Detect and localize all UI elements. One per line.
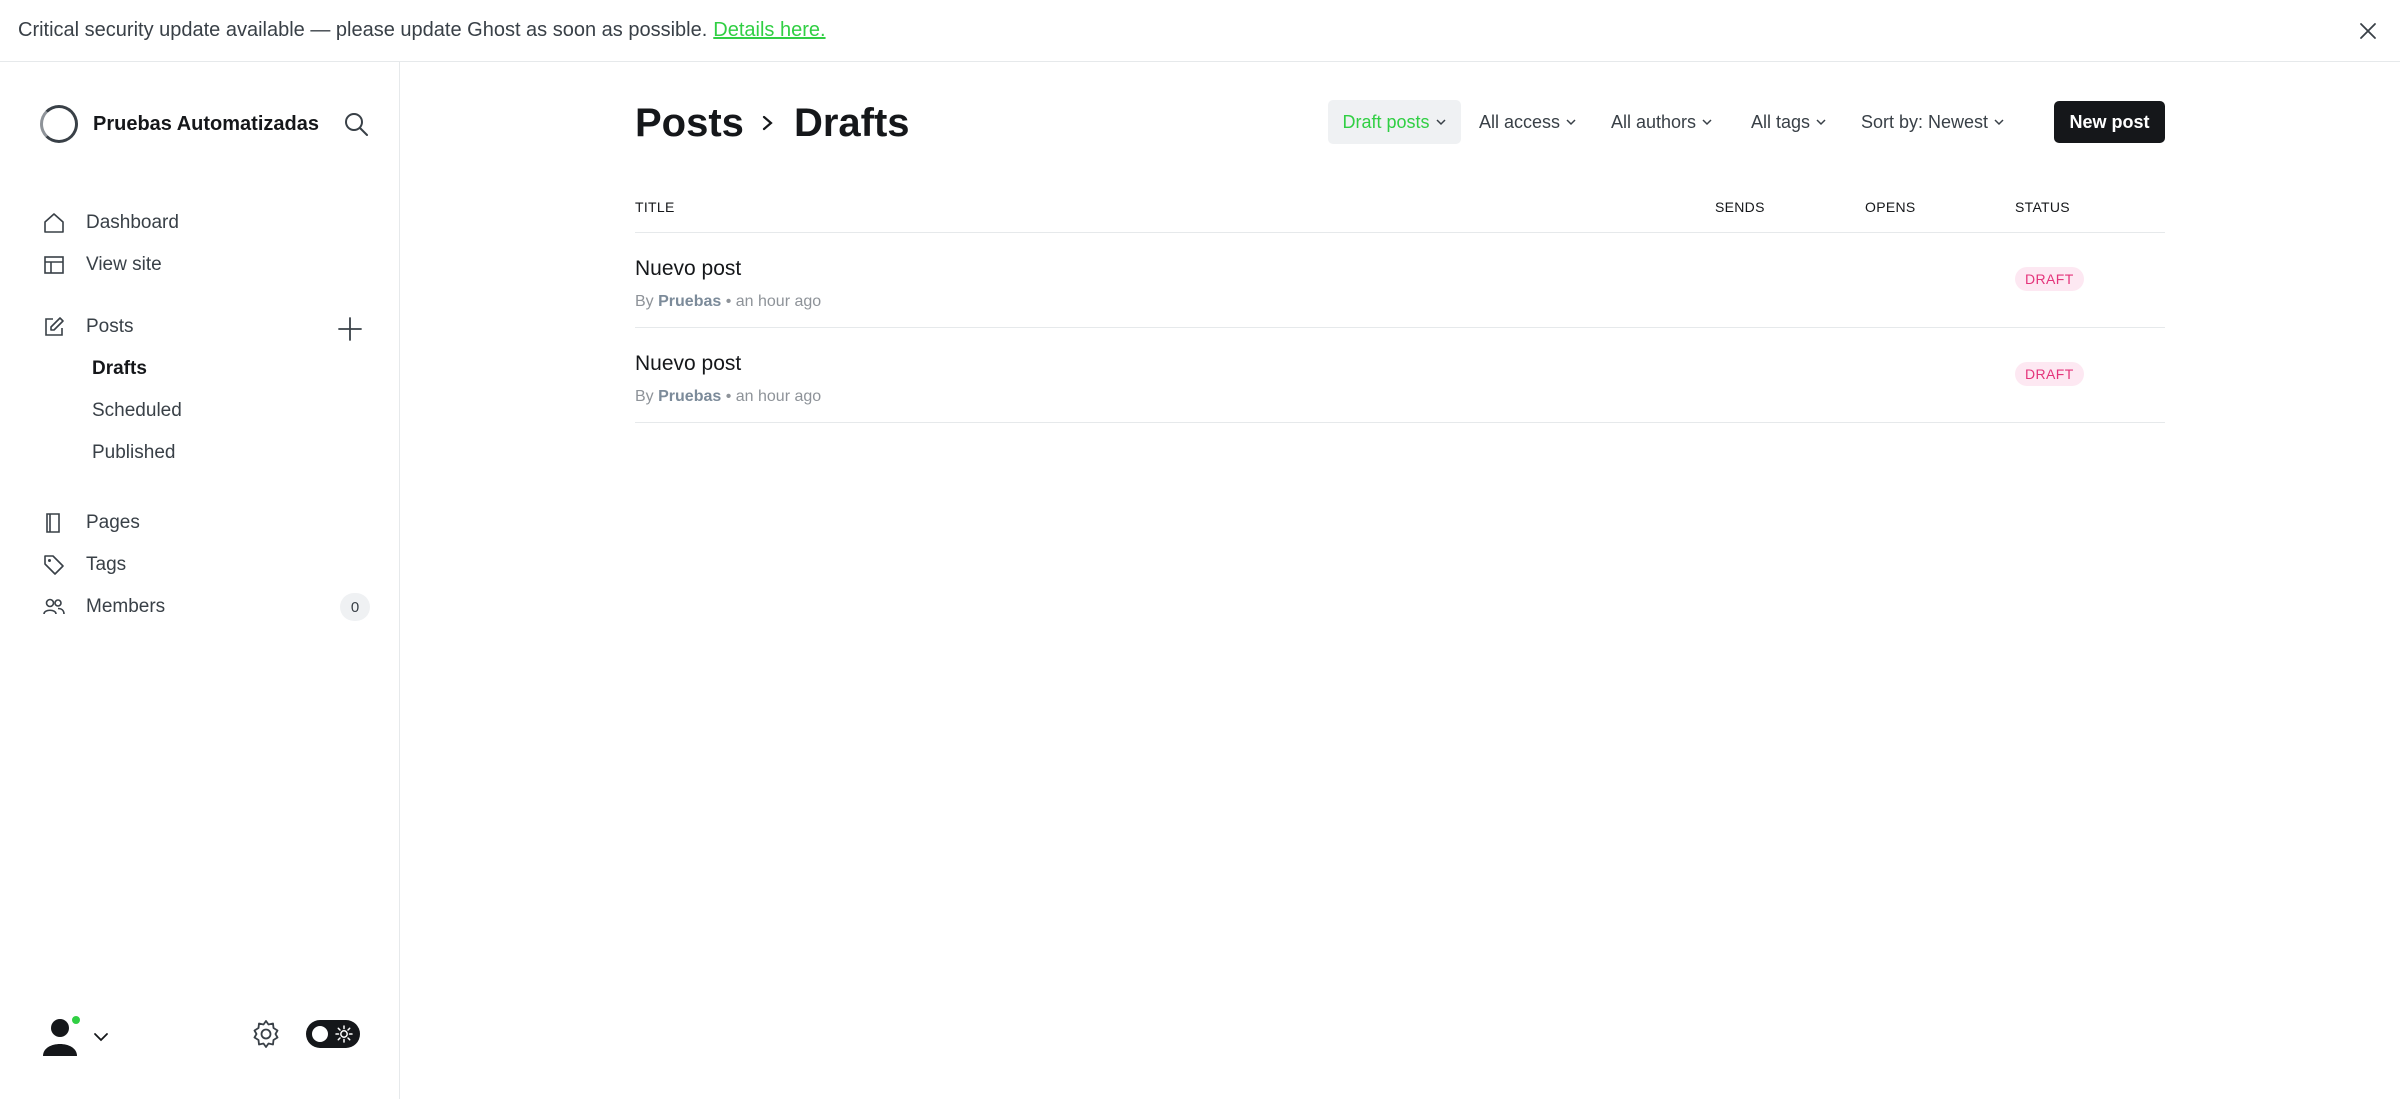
search-icon bbox=[345, 113, 368, 136]
post-by: By bbox=[635, 293, 654, 310]
user-menu[interactable] bbox=[40, 1012, 120, 1062]
filter-authors[interactable]: All authors bbox=[1606, 100, 1718, 144]
plus-icon bbox=[338, 317, 362, 341]
breadcrumb-current: Drafts bbox=[793, 100, 910, 145]
online-status-dot bbox=[70, 1014, 82, 1026]
edit-icon bbox=[40, 313, 68, 341]
sidebar: Pruebas Automatizadas Dashboard View sit… bbox=[0, 62, 400, 1099]
banner-close-button[interactable] bbox=[2354, 17, 2382, 45]
nav-drafts[interactable]: Drafts bbox=[92, 352, 147, 386]
users-icon bbox=[40, 593, 68, 621]
post-author: Pruebas bbox=[658, 388, 722, 405]
filter-authors-label: All authors bbox=[1610, 111, 1697, 132]
nav-pages[interactable]: Pages bbox=[40, 503, 370, 543]
nav-members[interactable]: Members 0 bbox=[40, 587, 370, 627]
book-icon bbox=[40, 509, 68, 537]
post-time: • an hour ago bbox=[725, 293, 822, 310]
site-logo[interactable] bbox=[40, 105, 78, 143]
nav-posts-label: Posts bbox=[86, 316, 134, 337]
filter-type-label: Draft posts bbox=[1342, 111, 1430, 132]
filter-access[interactable]: All access bbox=[1478, 100, 1578, 144]
update-banner: Critical security update available — ple… bbox=[0, 0, 2400, 62]
nav-published[interactable]: Published bbox=[92, 436, 175, 470]
column-header-title: TITLE bbox=[635, 199, 675, 215]
nav-posts[interactable]: Posts bbox=[40, 307, 300, 347]
site-name[interactable]: Pruebas Automatizadas bbox=[93, 113, 319, 136]
chevron-down-icon bbox=[1815, 116, 1827, 128]
search-button[interactable] bbox=[342, 110, 370, 138]
home-icon bbox=[40, 209, 68, 237]
nav-tags-label: Tags bbox=[86, 554, 127, 575]
chevron-down-icon bbox=[94, 1033, 108, 1042]
column-header-status: STATUS bbox=[2015, 199, 2070, 215]
filter-tags-label: All tags bbox=[1750, 111, 1811, 132]
filter-access-label: All access bbox=[1478, 111, 1561, 132]
nav-view-site[interactable]: View site bbox=[40, 245, 370, 285]
post-by: By bbox=[635, 388, 654, 405]
column-header-opens: OPENS bbox=[1865, 199, 1916, 215]
nav-view-site-label: View site bbox=[86, 254, 162, 275]
status-badge: DRAFT bbox=[2015, 267, 2084, 291]
chevron-right-icon bbox=[758, 111, 778, 135]
close-icon bbox=[2360, 23, 2376, 39]
table-row[interactable]: Nuevo post By Pruebas • an hour ago DRAF… bbox=[635, 233, 2165, 328]
banner-details-link[interactable]: Details here. bbox=[713, 19, 825, 42]
filter-tags[interactable]: All tags bbox=[1746, 100, 1832, 144]
members-count-badge: 0 bbox=[340, 593, 370, 621]
nav-scheduled[interactable]: Scheduled bbox=[92, 394, 182, 428]
chevron-down-icon bbox=[1565, 116, 1577, 128]
nav-dashboard[interactable]: Dashboard bbox=[40, 203, 370, 243]
post-author: Pruebas bbox=[658, 293, 722, 310]
sun-icon bbox=[335, 1025, 353, 1043]
nav-pages-label: Pages bbox=[86, 512, 140, 533]
nav-dashboard-label: Dashboard bbox=[86, 212, 179, 233]
nav-tags[interactable]: Tags bbox=[40, 545, 370, 585]
table-divider bbox=[635, 422, 2165, 423]
new-post-button[interactable]: New post bbox=[2054, 101, 2165, 143]
breadcrumb-posts[interactable]: Posts bbox=[635, 101, 744, 146]
post-title[interactable]: Nuevo post bbox=[635, 257, 741, 281]
chevron-down-icon bbox=[1701, 116, 1713, 128]
sort-select[interactable]: Sort by: Newest bbox=[1858, 100, 2008, 144]
chevron-down-icon bbox=[1993, 116, 2005, 128]
nav-members-label: Members bbox=[86, 596, 166, 617]
new-post-plus-button[interactable] bbox=[334, 313, 366, 345]
settings-button[interactable] bbox=[250, 1018, 282, 1050]
post-meta: By Pruebas • an hour ago bbox=[635, 293, 821, 311]
filter-type[interactable]: Draft posts bbox=[1328, 100, 1461, 144]
gear-icon bbox=[253, 1020, 279, 1048]
site-header: Pruebas Automatizadas bbox=[40, 104, 370, 144]
tag-icon bbox=[40, 551, 68, 579]
chevron-down-icon bbox=[1435, 116, 1447, 128]
theme-toggle[interactable] bbox=[306, 1020, 360, 1048]
sort-select-label: Sort by: Newest bbox=[1860, 111, 1989, 132]
column-header-sends: SENDS bbox=[1715, 199, 1765, 215]
post-meta: By Pruebas • an hour ago bbox=[635, 388, 821, 406]
page-title: Posts Drafts bbox=[635, 95, 910, 151]
banner-message: Critical security update available — ple… bbox=[18, 19, 708, 41]
status-badge: DRAFT bbox=[2015, 362, 2084, 386]
post-title[interactable]: Nuevo post bbox=[635, 352, 741, 376]
table-row[interactable]: Nuevo post By Pruebas • an hour ago DRAF… bbox=[635, 328, 2165, 423]
toggle-knob bbox=[310, 1024, 330, 1044]
post-time: • an hour ago bbox=[725, 388, 822, 405]
layout-icon bbox=[40, 251, 68, 279]
